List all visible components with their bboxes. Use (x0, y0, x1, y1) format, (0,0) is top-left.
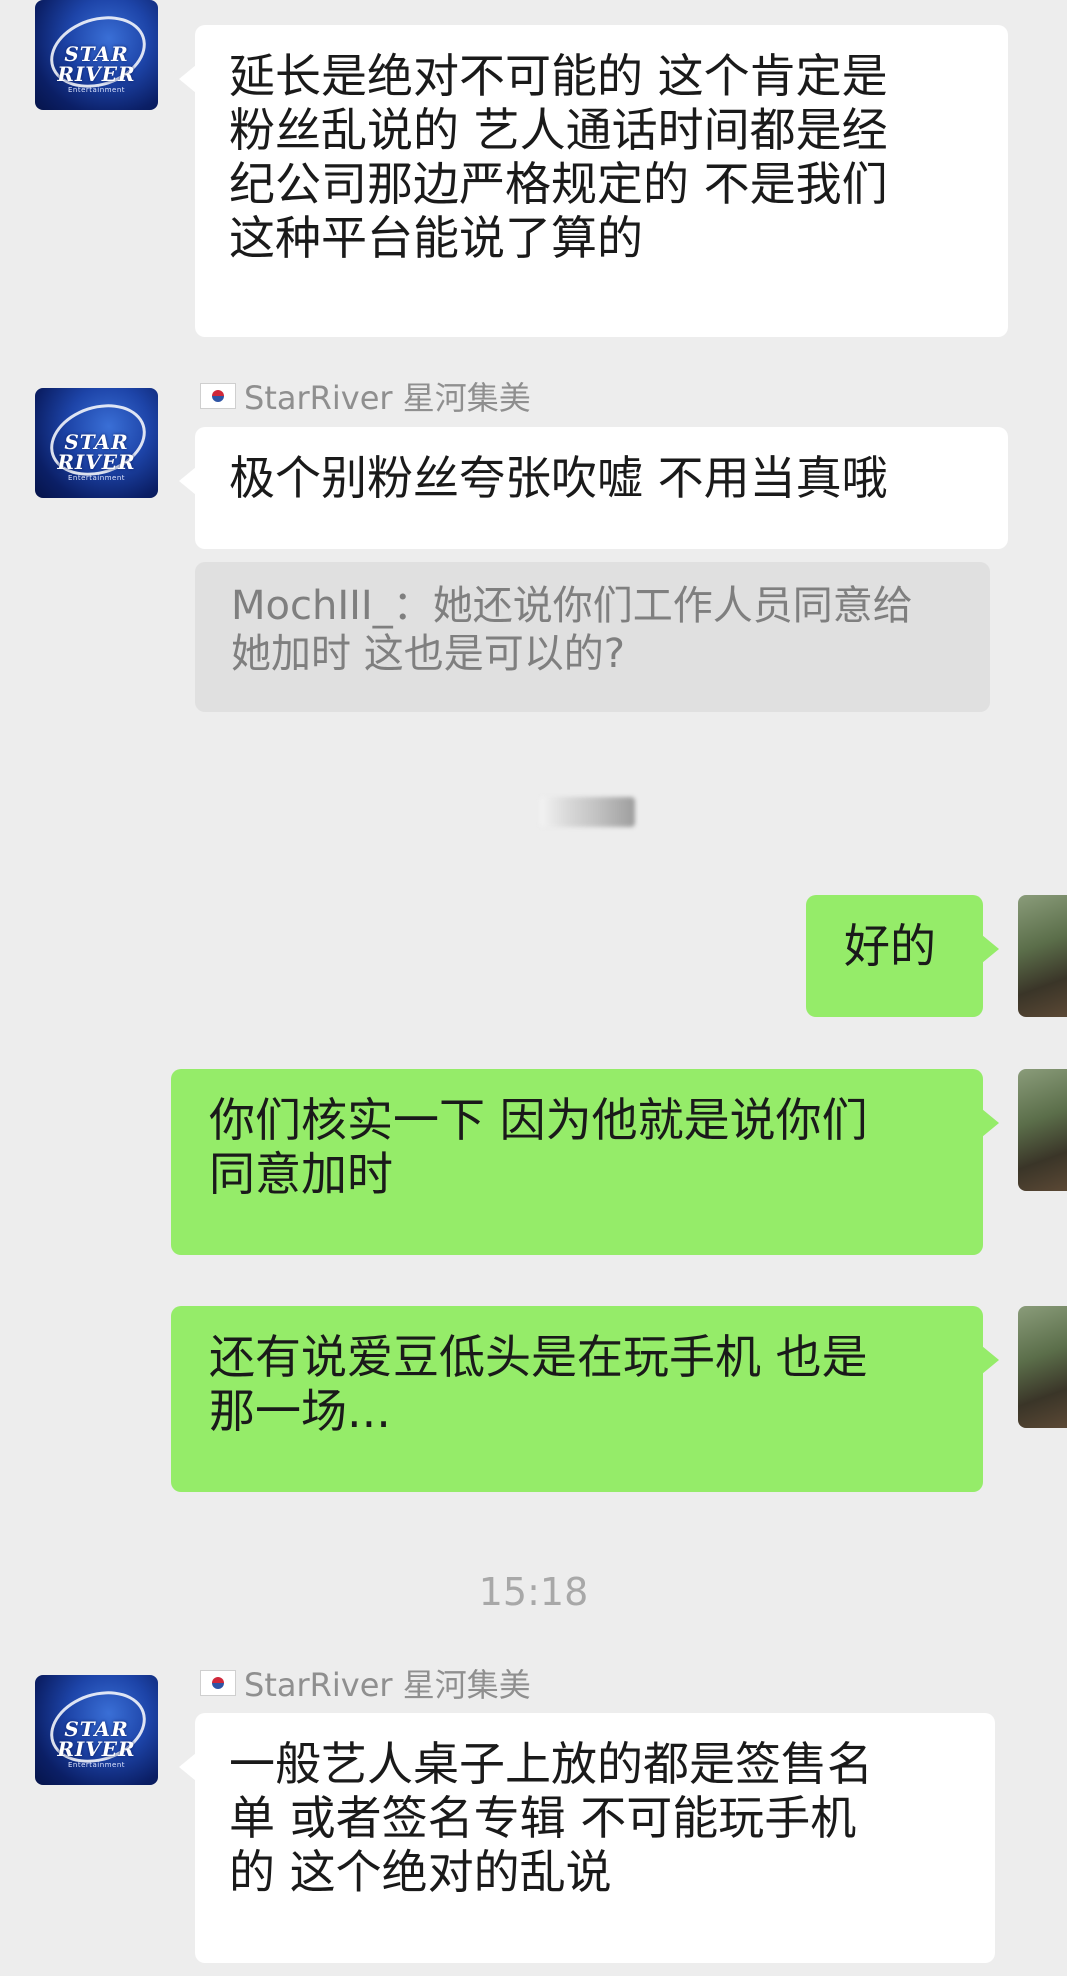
outgoing-message-bubble[interactable]: 还有说爱豆低头是在玩手机 也是 那一场... (171, 1306, 999, 1492)
my-avatar[interactable] (1018, 1306, 1067, 1428)
quoted-message[interactable]: MochIII_：她还说你们工作人员同意给 她加时 这也是可以的? (195, 562, 990, 712)
sender-avatar[interactable]: STAR RIVER Entertainment (35, 0, 158, 110)
south-korea-flag-icon (200, 383, 236, 409)
message-timestamp: 15:18 (478, 1570, 589, 1614)
avatar-brand-text: STAR RIVER (57, 42, 136, 86)
avatar-brand-subtext: Entertainment (67, 474, 125, 482)
incoming-message-bubble[interactable]: 一般艺人桌子上放的都是签售名 单 或者签名专辑 不可能玩手机 的 这个绝对的乱说 (179, 1713, 995, 1963)
incoming-message-bubble[interactable]: 延长是绝对不可能的 这个肯定是 粉丝乱说的 艺人通话时间都是经 纪公司那边严格规… (179, 25, 1008, 337)
incoming-message-bubble[interactable]: 极个别粉丝夸张吹嘘 不用当真哦 (179, 427, 1008, 549)
my-avatar[interactable] (1018, 1069, 1067, 1191)
outgoing-message-bubble[interactable]: 好的 (806, 895, 999, 1017)
sender-name-row: StarRiver 星河集美 (200, 1665, 531, 1704)
my-avatar[interactable] (1018, 895, 1067, 1017)
sender-avatar[interactable]: STAR RIVER Entertainment (35, 388, 158, 498)
sender-avatar[interactable]: STAR RIVER Entertainment (35, 1675, 158, 1785)
sender-name: StarRiver 星河集美 (244, 379, 531, 417)
avatar-brand-subtext: Entertainment (67, 86, 125, 94)
sender-name-row: StarRiver 星河集美 (200, 378, 531, 417)
avatar-brand-text: STAR RIVER (57, 1717, 136, 1761)
avatar-brand-text: STAR RIVER (57, 430, 136, 474)
clipped-sender-name (200, 0, 580, 12)
outgoing-message-bubble[interactable]: 你们核实一下 因为他就是说你们 同意加时 (171, 1069, 999, 1255)
blurred-system-time (540, 797, 635, 827)
avatar-brand-subtext: Entertainment (67, 1761, 125, 1769)
sender-name: StarRiver 星河集美 (244, 1666, 531, 1704)
south-korea-flag-icon (200, 1670, 236, 1696)
